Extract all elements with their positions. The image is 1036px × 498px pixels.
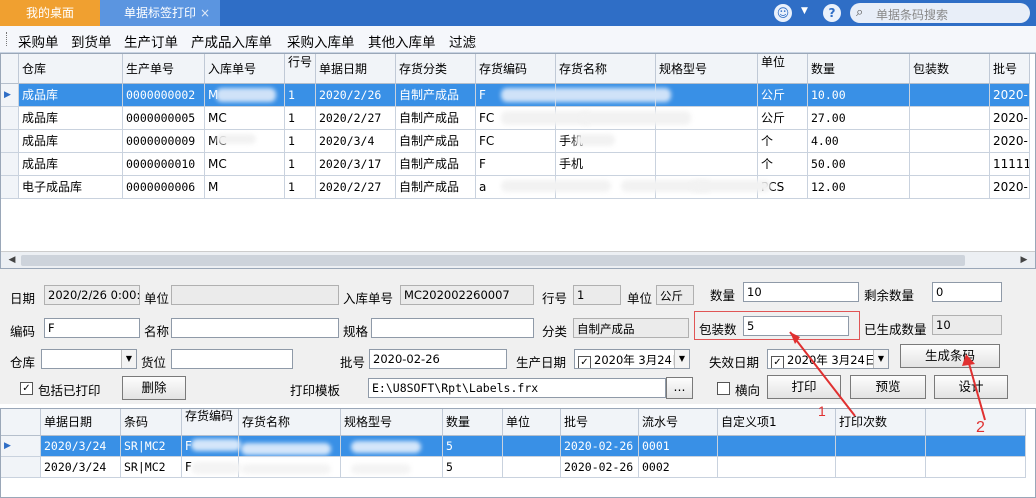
annotation-arrowhead-2 <box>962 354 975 366</box>
annotation-label-2: 2 <box>976 419 985 436</box>
annotation-label-1: 1 <box>818 403 826 419</box>
annotation-overlay: 1 2 <box>789 331 986 436</box>
annotation-arrow-2 <box>967 359 986 421</box>
